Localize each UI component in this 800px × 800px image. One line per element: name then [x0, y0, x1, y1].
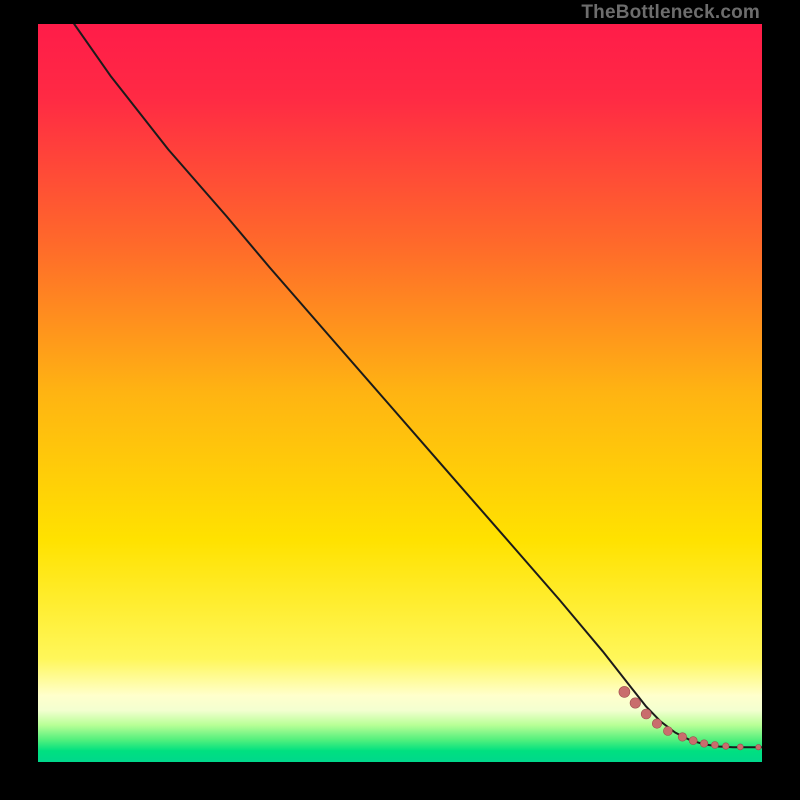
plot-area [38, 24, 762, 762]
chart-frame: TheBottleneck.com [0, 0, 800, 800]
watermark-text: TheBottleneck.com [581, 2, 760, 24]
gradient-background [38, 24, 762, 762]
